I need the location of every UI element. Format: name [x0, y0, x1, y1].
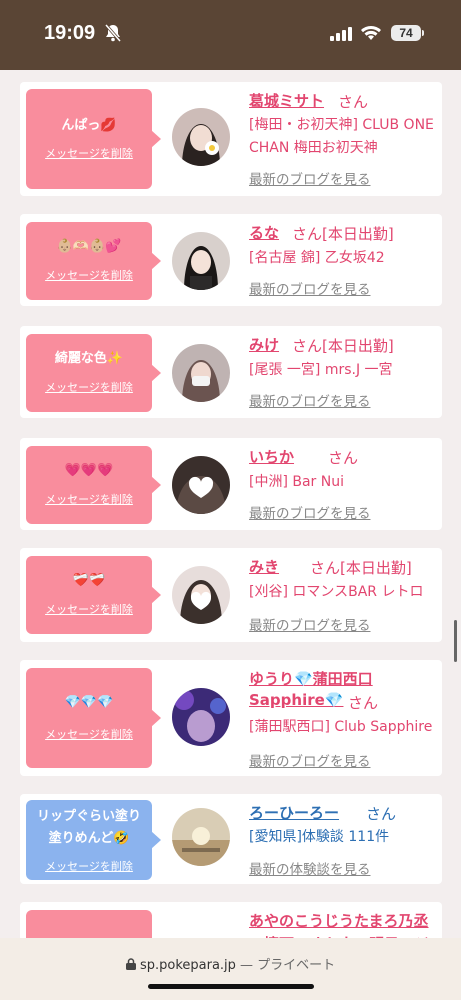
avatar[interactable] [172, 232, 230, 290]
list-item: 💗💗💗 メッセージを削除 いちか さん [中洲] Bar Nui 最新のブログを… [20, 438, 442, 530]
cast-name-link-line2[interactable]: Sapphire💎 [249, 691, 343, 709]
cast-name-link[interactable]: いちか [249, 446, 294, 467]
latest-blog-link[interactable]: 最新のブログを見る [249, 614, 371, 634]
message-bubble: 💎💎💎 メッセージを削除 [26, 668, 161, 768]
delete-message-link[interactable]: メッセージを削除 [26, 145, 152, 161]
delete-message-link[interactable]: メッセージを削除 [26, 858, 152, 874]
cast-name-link[interactable]: みけ [249, 334, 279, 355]
message-bubble: 💗💗💗 メッセージを削除 [26, 446, 161, 524]
list-item: 👶🏼🫶🏻👶🏼💕 メッセージを削除 るな さん[本日出勤] [名古屋 錦] 乙女坂… [20, 214, 442, 306]
latest-blog-link[interactable]: 最新のブログを見る [249, 750, 371, 770]
avatar[interactable] [172, 456, 230, 514]
lock-icon [125, 958, 140, 973]
latest-blog-link[interactable]: 最新のブログを見る [249, 502, 371, 522]
latest-blog-link[interactable]: 最新のブログを見る [249, 168, 371, 188]
list-item: ❤️‍🩹❤️‍🩹 メッセージを削除 みき さん[本日出勤] [刈谷] ロマンスB… [20, 548, 442, 642]
cast-name-link[interactable]: あやのこうじうたまろ乃丞 [249, 910, 429, 931]
scrollbar[interactable] [454, 620, 457, 662]
message-text: 綺麗な色✨ [54, 351, 124, 366]
message-bubble: んぱっ💋 メッセージを削除 [26, 89, 161, 189]
delete-message-link[interactable]: メッセージを削除 [26, 726, 152, 742]
battery-indicator: 74 [391, 25, 421, 41]
url-display[interactable]: sp.pokepara.jp — プライベート [0, 954, 461, 973]
latest-review-link[interactable]: 最新の体験談を見る [249, 858, 371, 878]
message-text: ❤️‍🩹❤️‍🩹 [72, 573, 106, 588]
list-item: リップぐらい塗り塗りめんど🤣 メッセージを削除 ろーひーろー さん [愛知県]体… [20, 794, 442, 884]
cast-name-link[interactable]: るな [249, 222, 279, 243]
shop-info-link[interactable]: [尾張 一宮] mrs.J 一宮 [249, 359, 439, 382]
shop-info-link[interactable]: [名古屋 錦] 乙女坂42 [249, 247, 439, 270]
list-item: 💎💎💎 メッセージを削除 ゆうり💎蒲田西口 Sapphire💎 さん [蒲田駅西… [20, 660, 442, 776]
shop-info-link[interactable]: [中洲] Bar Nui [249, 471, 439, 494]
message-bubble: リップぐらい塗り塗りめんど🤣 メッセージを削除 [26, 800, 161, 880]
honorific-status: さん [328, 449, 359, 467]
bell-muted-icon [104, 24, 122, 46]
honorific-status: さん[本日出勤] [310, 559, 412, 577]
message-text: 💗💗💗 [64, 463, 114, 478]
message-text: 👶🏼🫶🏻👶🏼💕 [56, 239, 122, 254]
list-item: んぱっ💋 メッセージを削除 葛城ミサト さん [梅田・お初天神] CLUB ON… [20, 82, 442, 196]
avatar[interactable] [172, 688, 230, 746]
delete-message-link[interactable]: メッセージを削除 [26, 601, 152, 617]
cellular-signal-icon [330, 26, 352, 45]
shop-info-link[interactable]: [蒲田駅西口] Club Sapphire [249, 716, 449, 739]
status-time: 19:09 [44, 22, 96, 44]
shop-info-link[interactable]: [梅田・お初天神] CLUB ONE CHAN 梅田お初天神 [249, 114, 439, 160]
honorific: さん [366, 805, 397, 823]
message-text: んぱっ💋 [61, 118, 117, 133]
message-text: リップぐらい塗り塗りめんど🤣 [36, 809, 141, 846]
list-item: 綺麗な色✨ メッセージを削除 みけ さん[本日出勤] [尾張 一宮] mrs.J… [20, 326, 442, 418]
reviewer-name-link[interactable]: ろーひーろー [249, 802, 339, 823]
honorific-status: さん [348, 694, 379, 712]
message-text: 💎💎💎 [64, 695, 114, 710]
delete-message-link[interactable]: メッセージを削除 [26, 491, 152, 507]
delete-message-link[interactable]: メッセージを削除 [26, 267, 152, 283]
status-bar: 19:09 74 [0, 0, 461, 70]
url-text: sp.pokepara.jp [139, 958, 236, 973]
latest-blog-link[interactable]: 最新のブログを見る [249, 390, 371, 410]
wifi-icon [360, 25, 382, 45]
avatar[interactable] [172, 808, 230, 866]
message-bubble: 👶🏼🫶🏻👶🏼💕 メッセージを削除 [26, 222, 161, 300]
avatar[interactable] [172, 566, 230, 624]
home-indicator[interactable] [148, 984, 314, 989]
cast-name-link[interactable]: みき [249, 556, 279, 577]
browser-url-bar[interactable]: sp.pokepara.jp — プライベート [0, 938, 461, 1000]
delete-message-link[interactable]: メッセージを削除 [26, 379, 152, 395]
honorific-status: さん[本日出勤] [292, 337, 394, 355]
review-info-link[interactable]: [愛知県]体験談 111件 [249, 826, 439, 849]
shop-info-link[interactable]: [刈谷] ロマンスBAR レトロ [249, 581, 449, 604]
cast-name-link[interactable]: ゆうり💎蒲田西口 [249, 668, 373, 689]
avatar[interactable] [172, 344, 230, 402]
private-mode-label: — プライベート [240, 958, 336, 973]
battery-tip [422, 30, 424, 36]
message-bubble: ❤️‍🩹❤️‍🩹 メッセージを削除 [26, 556, 161, 634]
latest-blog-link[interactable]: 最新のブログを見る [249, 278, 371, 298]
honorific-status: さん[本日出勤] [292, 225, 394, 243]
honorific-status: さん [338, 93, 369, 111]
avatar[interactable] [172, 108, 230, 166]
cast-name-link[interactable]: 葛城ミサト [249, 90, 324, 111]
message-bubble: 綺麗な色✨ メッセージを削除 [26, 334, 161, 412]
